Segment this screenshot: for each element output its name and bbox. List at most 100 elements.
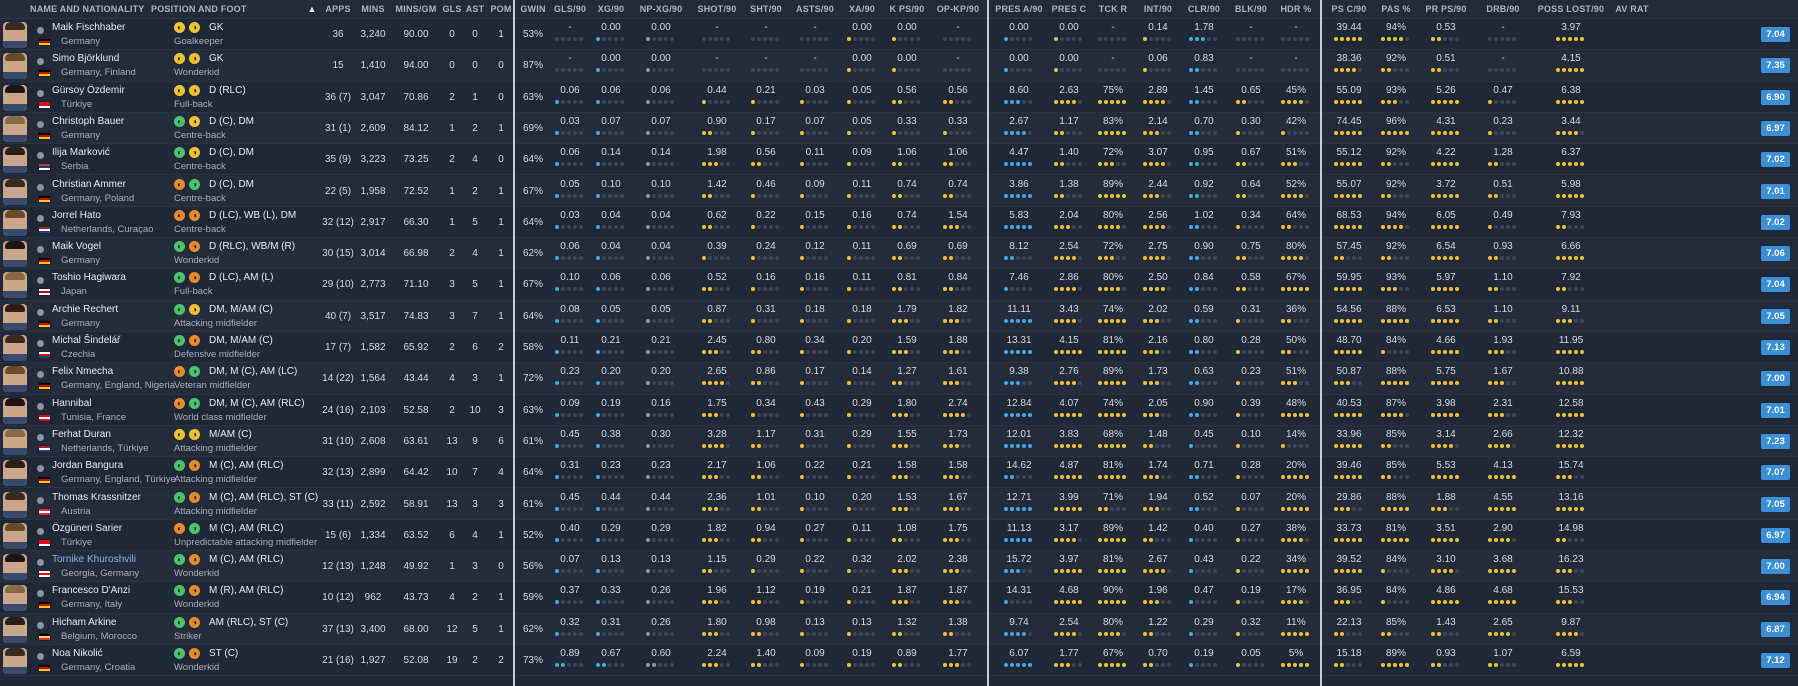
- player-info-icon[interactable]: [37, 152, 44, 160]
- table-row[interactable]: Felix Nmecha Germany, England, Nigeria ◐ ◑ D…: [0, 363, 1798, 395]
- player-info-icon[interactable]: [37, 183, 44, 191]
- header-blk90[interactable]: BLK/90: [1228, 0, 1274, 19]
- player-avatar[interactable]: [3, 147, 27, 174]
- table-row[interactable]: Ilija Marković Serbia ◐ ◑ D (C), DM Centre-ba…: [0, 144, 1798, 176]
- table-row[interactable]: Christian Ammer Germany, Poland ◐ ◑ D (C), D…: [0, 175, 1798, 207]
- player-name[interactable]: Noa Nikolić: [52, 648, 103, 659]
- header-npxg90[interactable]: NP-XG/90: [633, 0, 689, 19]
- player-avatar[interactable]: [3, 335, 27, 361]
- player-avatar[interactable]: [3, 460, 27, 487]
- header-mins-gm[interactable]: MINS/GM: [392, 0, 440, 19]
- header-int90[interactable]: INT/90: [1136, 0, 1180, 19]
- player-info-icon[interactable]: [37, 308, 44, 316]
- player-info-icon[interactable]: [37, 590, 44, 598]
- player-info-icon[interactable]: [37, 653, 44, 660]
- table-row[interactable]: Simo Björklund Germany, Finland ◐ ◑ GK Wonder…: [0, 50, 1798, 82]
- player-name[interactable]: Gürsoy Özdemir: [52, 85, 125, 96]
- player-info-icon[interactable]: [37, 371, 44, 379]
- header-ast[interactable]: AST: [464, 0, 486, 19]
- header-psc90[interactable]: PS C/90: [1324, 0, 1374, 19]
- player-avatar[interactable]: [3, 616, 27, 643]
- table-row[interactable]: Michal Šindelář Czechia ◐ ◑ DM, M/AM (C) Defe…: [0, 332, 1798, 364]
- header-pom[interactable]: POM: [488, 0, 514, 19]
- header-kps90[interactable]: K PS/90: [884, 0, 930, 19]
- player-avatar[interactable]: [3, 648, 27, 674]
- player-name[interactable]: Archie Rechert: [52, 304, 118, 315]
- player-name[interactable]: Christian Ammer: [52, 179, 126, 190]
- header-name[interactable]: NAME AND NATIONALITY: [30, 0, 144, 19]
- table-row[interactable]: Toshio Hagiwara Japan ◐ ◑ D (LC), AM (L) Full…: [0, 269, 1798, 301]
- header-hdr[interactable]: HDR %: [1276, 0, 1316, 19]
- player-avatar[interactable]: [3, 491, 27, 518]
- header-prps90[interactable]: PR PS/90: [1418, 0, 1474, 19]
- player-name[interactable]: Jordan Bangura: [52, 460, 123, 471]
- table-row[interactable]: Christoph Bauer Germany ◐ ◑ D (C), DM Centre-…: [0, 112, 1798, 145]
- player-name[interactable]: Jorrel Hato: [52, 210, 101, 221]
- player-name[interactable]: Michal Šindelář: [52, 335, 120, 346]
- header-tckr[interactable]: TCK R: [1092, 0, 1134, 19]
- table-row[interactable]: Hicham Arkine Belgium, Morocco ◐ ◑ AM (RLC),…: [0, 613, 1798, 645]
- header-posslost90[interactable]: POSS LOST/90: [1532, 0, 1610, 19]
- header-xa90[interactable]: XA/90: [843, 0, 881, 19]
- player-info-icon[interactable]: [37, 433, 44, 441]
- table-row[interactable]: Thomas Krassnitzer Austria ◐ ◑ M (C), AM (RL…: [0, 488, 1798, 520]
- player-info-icon[interactable]: [37, 214, 44, 222]
- player-name[interactable]: Francesco D'Anzi: [52, 585, 130, 596]
- player-avatar[interactable]: [3, 115, 27, 142]
- player-info-icon[interactable]: [37, 120, 44, 128]
- player-name[interactable]: Christoph Bauer: [52, 116, 124, 127]
- player-info-icon[interactable]: [37, 527, 44, 535]
- player-avatar[interactable]: [3, 209, 27, 236]
- header-presc[interactable]: PRES C: [1048, 0, 1090, 19]
- player-name[interactable]: Hicham Arkine: [52, 617, 116, 628]
- table-row[interactable]: Francesco D'Anzi Germany, Italy ◐ ◑ M (R), A…: [0, 582, 1798, 614]
- player-info-icon[interactable]: [37, 89, 44, 97]
- header-asts90[interactable]: ASTS/90: [790, 0, 840, 19]
- player-avatar[interactable]: [3, 585, 27, 612]
- table-row[interactable]: Jorrel Hato Netherlands, Curaçao ◐ ◑ D (LC),…: [0, 207, 1798, 239]
- player-info-icon[interactable]: [37, 402, 44, 410]
- player-info-icon[interactable]: [37, 496, 44, 504]
- player-avatar[interactable]: [3, 272, 27, 299]
- player-info-icon[interactable]: [37, 277, 44, 285]
- header-gls90[interactable]: GLS/90: [551, 0, 589, 19]
- table-row[interactable]: Tornike Khuroshvili Georgia, Germany ◐ ◑ M (…: [0, 551, 1798, 583]
- player-avatar[interactable]: [3, 397, 27, 424]
- player-avatar[interactable]: [3, 241, 27, 268]
- player-name[interactable]: Thomas Krassnitzer: [52, 492, 141, 503]
- header-apps[interactable]: APPS: [322, 0, 354, 19]
- player-avatar[interactable]: [3, 22, 27, 48]
- header-clr90[interactable]: CLR/90: [1182, 0, 1226, 19]
- header-presa90[interactable]: PRES A/90: [992, 0, 1046, 19]
- header-shot90[interactable]: SHOT/90: [692, 0, 742, 19]
- player-avatar[interactable]: [3, 303, 27, 330]
- player-avatar[interactable]: [3, 178, 27, 205]
- sort-ascending-icon[interactable]: ▲: [306, 0, 318, 19]
- player-avatar[interactable]: [3, 84, 27, 111]
- header-sht90[interactable]: SHT/90: [745, 0, 787, 19]
- player-name[interactable]: Felix Nmecha: [52, 366, 113, 377]
- table-row[interactable]: Maik Vogel Germany ◐ ◑ D (RLC), WB/M (R) Wond…: [0, 238, 1798, 270]
- header-avrat[interactable]: AV RAT: [1612, 0, 1652, 19]
- player-name[interactable]: Tornike Khuroshvili: [52, 554, 136, 565]
- player-avatar[interactable]: [3, 428, 27, 455]
- player-name[interactable]: Maik Fischhaber: [52, 22, 125, 33]
- player-info-icon[interactable]: [37, 621, 44, 629]
- player-info-icon[interactable]: [37, 340, 44, 347]
- player-avatar[interactable]: [3, 53, 27, 80]
- table-row[interactable]: Gürsoy Özdemir Türkiye ◐ ◑ D (RLC) Full-back 3…: [0, 82, 1798, 113]
- player-avatar[interactable]: [3, 554, 27, 581]
- table-row[interactable]: Archie Rechert Germany ◐ ◑ DM, M/AM (C) Attac…: [0, 300, 1798, 332]
- player-name[interactable]: Maik Vogel: [52, 241, 101, 252]
- header-xg90[interactable]: XG/90: [592, 0, 630, 19]
- header-drb90[interactable]: DRB/90: [1476, 0, 1530, 19]
- header-position[interactable]: POSITION AND FOOT: [151, 0, 251, 19]
- header-opkp90[interactable]: OP-KP/90: [933, 0, 983, 19]
- player-name[interactable]: Özgüneri Sarier: [52, 523, 122, 534]
- table-row[interactable]: Hannibal Tunisia, France ◐ ◑ DM, M (C), AM (…: [0, 395, 1798, 426]
- player-name[interactable]: Ilija Marković: [52, 147, 110, 158]
- player-avatar[interactable]: [3, 366, 27, 393]
- player-name[interactable]: Hannibal: [52, 398, 91, 409]
- player-info-icon[interactable]: [37, 27, 44, 34]
- table-row[interactable]: Maik Fischhaber Germany ◐ ◑ GK Goalkeeper 36 3,…: [0, 19, 1798, 51]
